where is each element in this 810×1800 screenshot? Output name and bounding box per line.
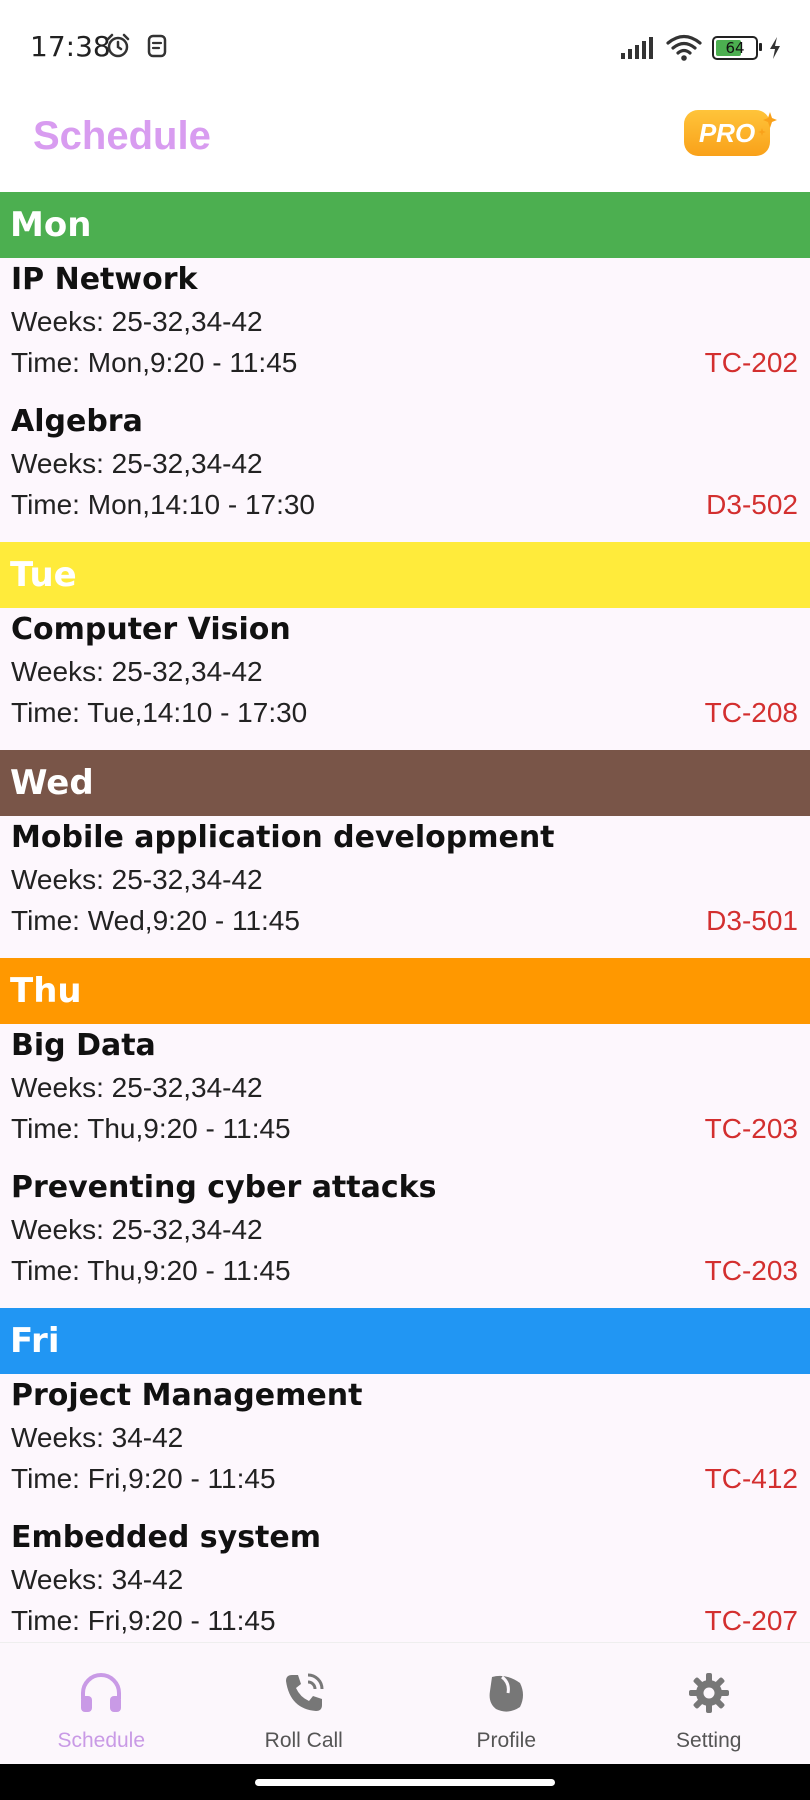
sparkle-icon (758, 112, 777, 136)
day-header: Fri (0, 1308, 810, 1374)
course-name: Mobile application development (11, 820, 555, 855)
battery-indicator: 64 (712, 36, 762, 60)
page-title: Schedule (33, 114, 211, 158)
nav-item-setting[interactable]: Setting (608, 1643, 810, 1765)
status-icons-right: 64 (620, 34, 782, 62)
course-room: D3-501 (706, 905, 798, 936)
course-name: IP Network (11, 262, 198, 297)
nav-label-profile: Profile (476, 1729, 537, 1752)
course-room: TC-208 (704, 697, 798, 728)
course-item[interactable]: Computer Vision Weeks: 25-32,34-42 Time: T… (0, 608, 810, 750)
course-room: TC-412 (704, 1463, 798, 1494)
day-section-mon: Mon IP Network Weeks: 25-32,34-42 Time: Mon… (0, 192, 810, 542)
course-item[interactable]: Embedded system Weeks: 34-42 Time: Fri,9:2… (0, 1516, 810, 1642)
gear-icon (688, 1673, 729, 1713)
nav-item-profile[interactable]: Profile (405, 1643, 608, 1765)
course-time: Time: Mon,9:20 - 11:45 (11, 347, 298, 378)
day-header: Tue (0, 542, 810, 608)
course-weeks: Weeks: 25-32,34-42 (11, 1072, 263, 1103)
schedule-list[interactable]: Mon IP Network Weeks: 25-32,34-42 Time: Mon… (0, 192, 810, 1642)
course-weeks: Weeks: 25-32,34-42 (11, 448, 263, 479)
course-time: Time: Thu,9:20 - 11:45 (11, 1113, 291, 1144)
day-header: Wed (0, 750, 810, 816)
course-item[interactable]: Algebra Weeks: 25-32,34-42 Time: Mon,14:10… (0, 400, 810, 542)
course-name: Embedded system (11, 1520, 322, 1555)
bottom-nav: Schedule Roll Call Profile Setting (0, 1642, 810, 1765)
pro-button[interactable]: PRO (684, 110, 778, 168)
course-item[interactable]: Big Data Weeks: 25-32,34-42 Time: Thu,9:20… (0, 1024, 810, 1166)
nav-label-schedule: Schedule (57, 1729, 146, 1752)
course-item[interactable]: IP Network Weeks: 25-32,34-42 Time: Mon,9:… (0, 258, 810, 400)
course-time: Time: Mon,14:10 - 17:30 (11, 489, 316, 520)
status-time: 17:38 (30, 30, 111, 63)
course-weeks: Weeks: 25-32,34-42 (11, 656, 263, 687)
day-header: Mon (0, 192, 810, 258)
nav-item-schedule[interactable]: Schedule (0, 1643, 203, 1765)
course-room: TC-203 (704, 1113, 798, 1144)
status-bar: 17:38 64 (0, 0, 810, 96)
course-item[interactable]: Mobile application development Weeks: 25-… (0, 816, 810, 958)
course-time: Time: Tue,14:10 - 17:30 (11, 697, 308, 728)
status-icons-left (104, 32, 168, 60)
notification-icon (147, 34, 167, 58)
course-name: Big Data (11, 1028, 156, 1063)
course-time: Time: Wed,9:20 - 11:45 (11, 905, 300, 936)
charging-icon (770, 37, 780, 59)
course-time: Time: Fri,9:20 - 11:45 (11, 1463, 276, 1494)
course-name: Computer Vision (11, 612, 291, 647)
course-name: Preventing cyber attacks (11, 1170, 437, 1205)
gesture-bar (0, 1764, 810, 1800)
profile-icon (489, 1675, 524, 1712)
nav-label-setting: Setting (676, 1729, 742, 1752)
course-time: Time: Fri,9:20 - 11:45 (11, 1605, 276, 1636)
course-name: Algebra (11, 404, 143, 439)
course-room: D3-502 (706, 489, 798, 520)
signal-icon (621, 37, 653, 59)
day-section-thu: Thu Big Data Weeks: 25-32,34-42 Time: Thu,9… (0, 958, 810, 1308)
home-indicator[interactable] (255, 1779, 555, 1786)
course-name: Project Management (11, 1378, 363, 1413)
course-weeks: Weeks: 34-42 (11, 1564, 184, 1595)
day-section-fri: Fri Project Management Weeks: 34-42 Time: F… (0, 1308, 810, 1642)
nav-label-roll-call: Roll Call (264, 1729, 343, 1752)
battery-level: 64 (725, 39, 745, 57)
course-weeks: Weeks: 34-42 (11, 1422, 184, 1453)
alarm-icon (106, 33, 130, 58)
course-weeks: Weeks: 25-32,34-42 (11, 864, 263, 895)
day-section-tue: Tue Computer Vision Weeks: 25-32,34-42 Time… (0, 542, 810, 750)
course-room: TC-202 (704, 347, 798, 378)
course-room: TC-207 (704, 1605, 798, 1636)
course-time: Time: Thu,9:20 - 11:45 (11, 1255, 291, 1286)
course-weeks: Weeks: 25-32,34-42 (11, 1214, 263, 1245)
app-header: Schedule PRO (0, 96, 810, 192)
day-header: Thu (0, 958, 810, 1024)
wifi-icon (666, 34, 702, 61)
phone-icon (285, 1673, 324, 1711)
day-section-wed: Wed Mobile application development Weeks: … (0, 750, 810, 958)
course-weeks: Weeks: 25-32,34-42 (11, 306, 263, 337)
course-room: TC-203 (704, 1255, 798, 1286)
nav-item-roll-call[interactable]: Roll Call (203, 1643, 406, 1765)
course-item[interactable]: Project Management Weeks: 34-42 Time: Fri,… (0, 1374, 810, 1516)
headphones-icon (81, 1673, 122, 1712)
course-item[interactable]: Preventing cyber attacks Weeks: 25-32,34-… (0, 1166, 810, 1308)
